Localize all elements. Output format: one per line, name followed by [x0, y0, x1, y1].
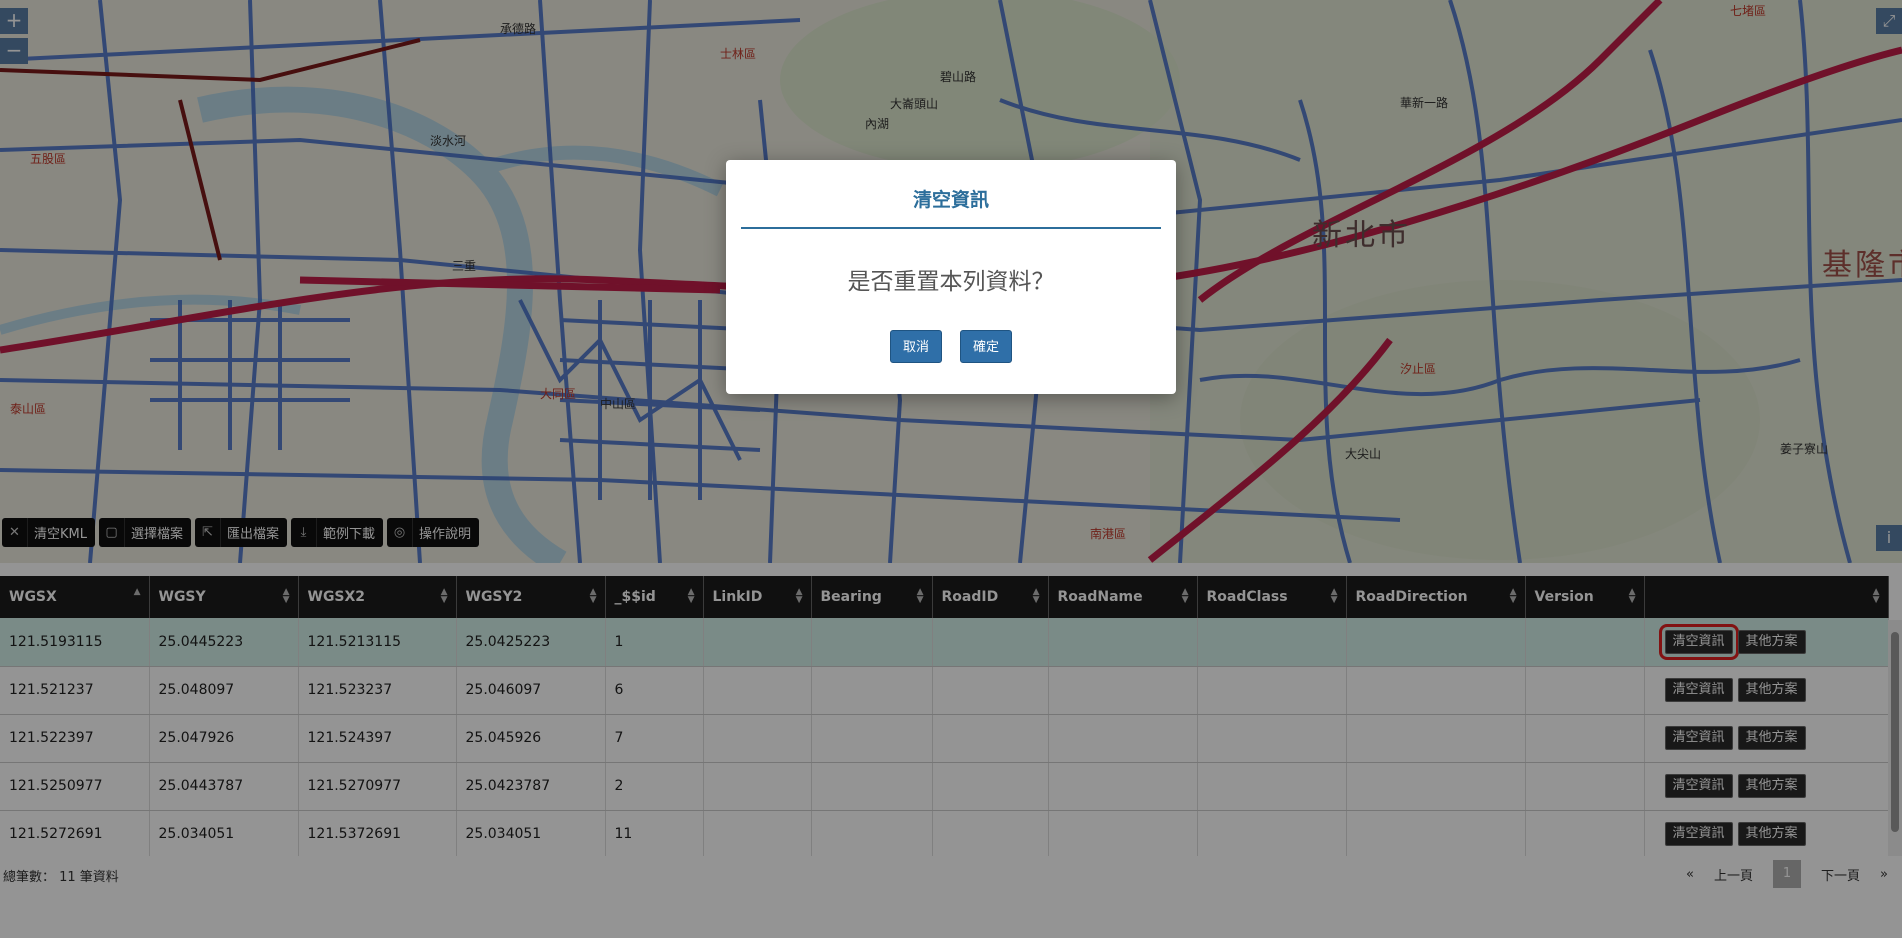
cancel-button[interactable]: 取消 — [889, 330, 942, 363]
dialog-divider — [741, 227, 1161, 229]
dialog-title: 清空資訊 — [912, 189, 989, 211]
dialog-message: 是否重置本列資料？ — [847, 269, 1055, 295]
dialog-buttons: 取消 確定 — [726, 330, 1176, 363]
modal-overlay[interactable] — [0, 0, 1902, 938]
confirm-dialog: 清空資訊 是否重置本列資料？ 取消 確定 — [726, 160, 1176, 394]
confirm-button[interactable]: 確定 — [960, 330, 1013, 363]
